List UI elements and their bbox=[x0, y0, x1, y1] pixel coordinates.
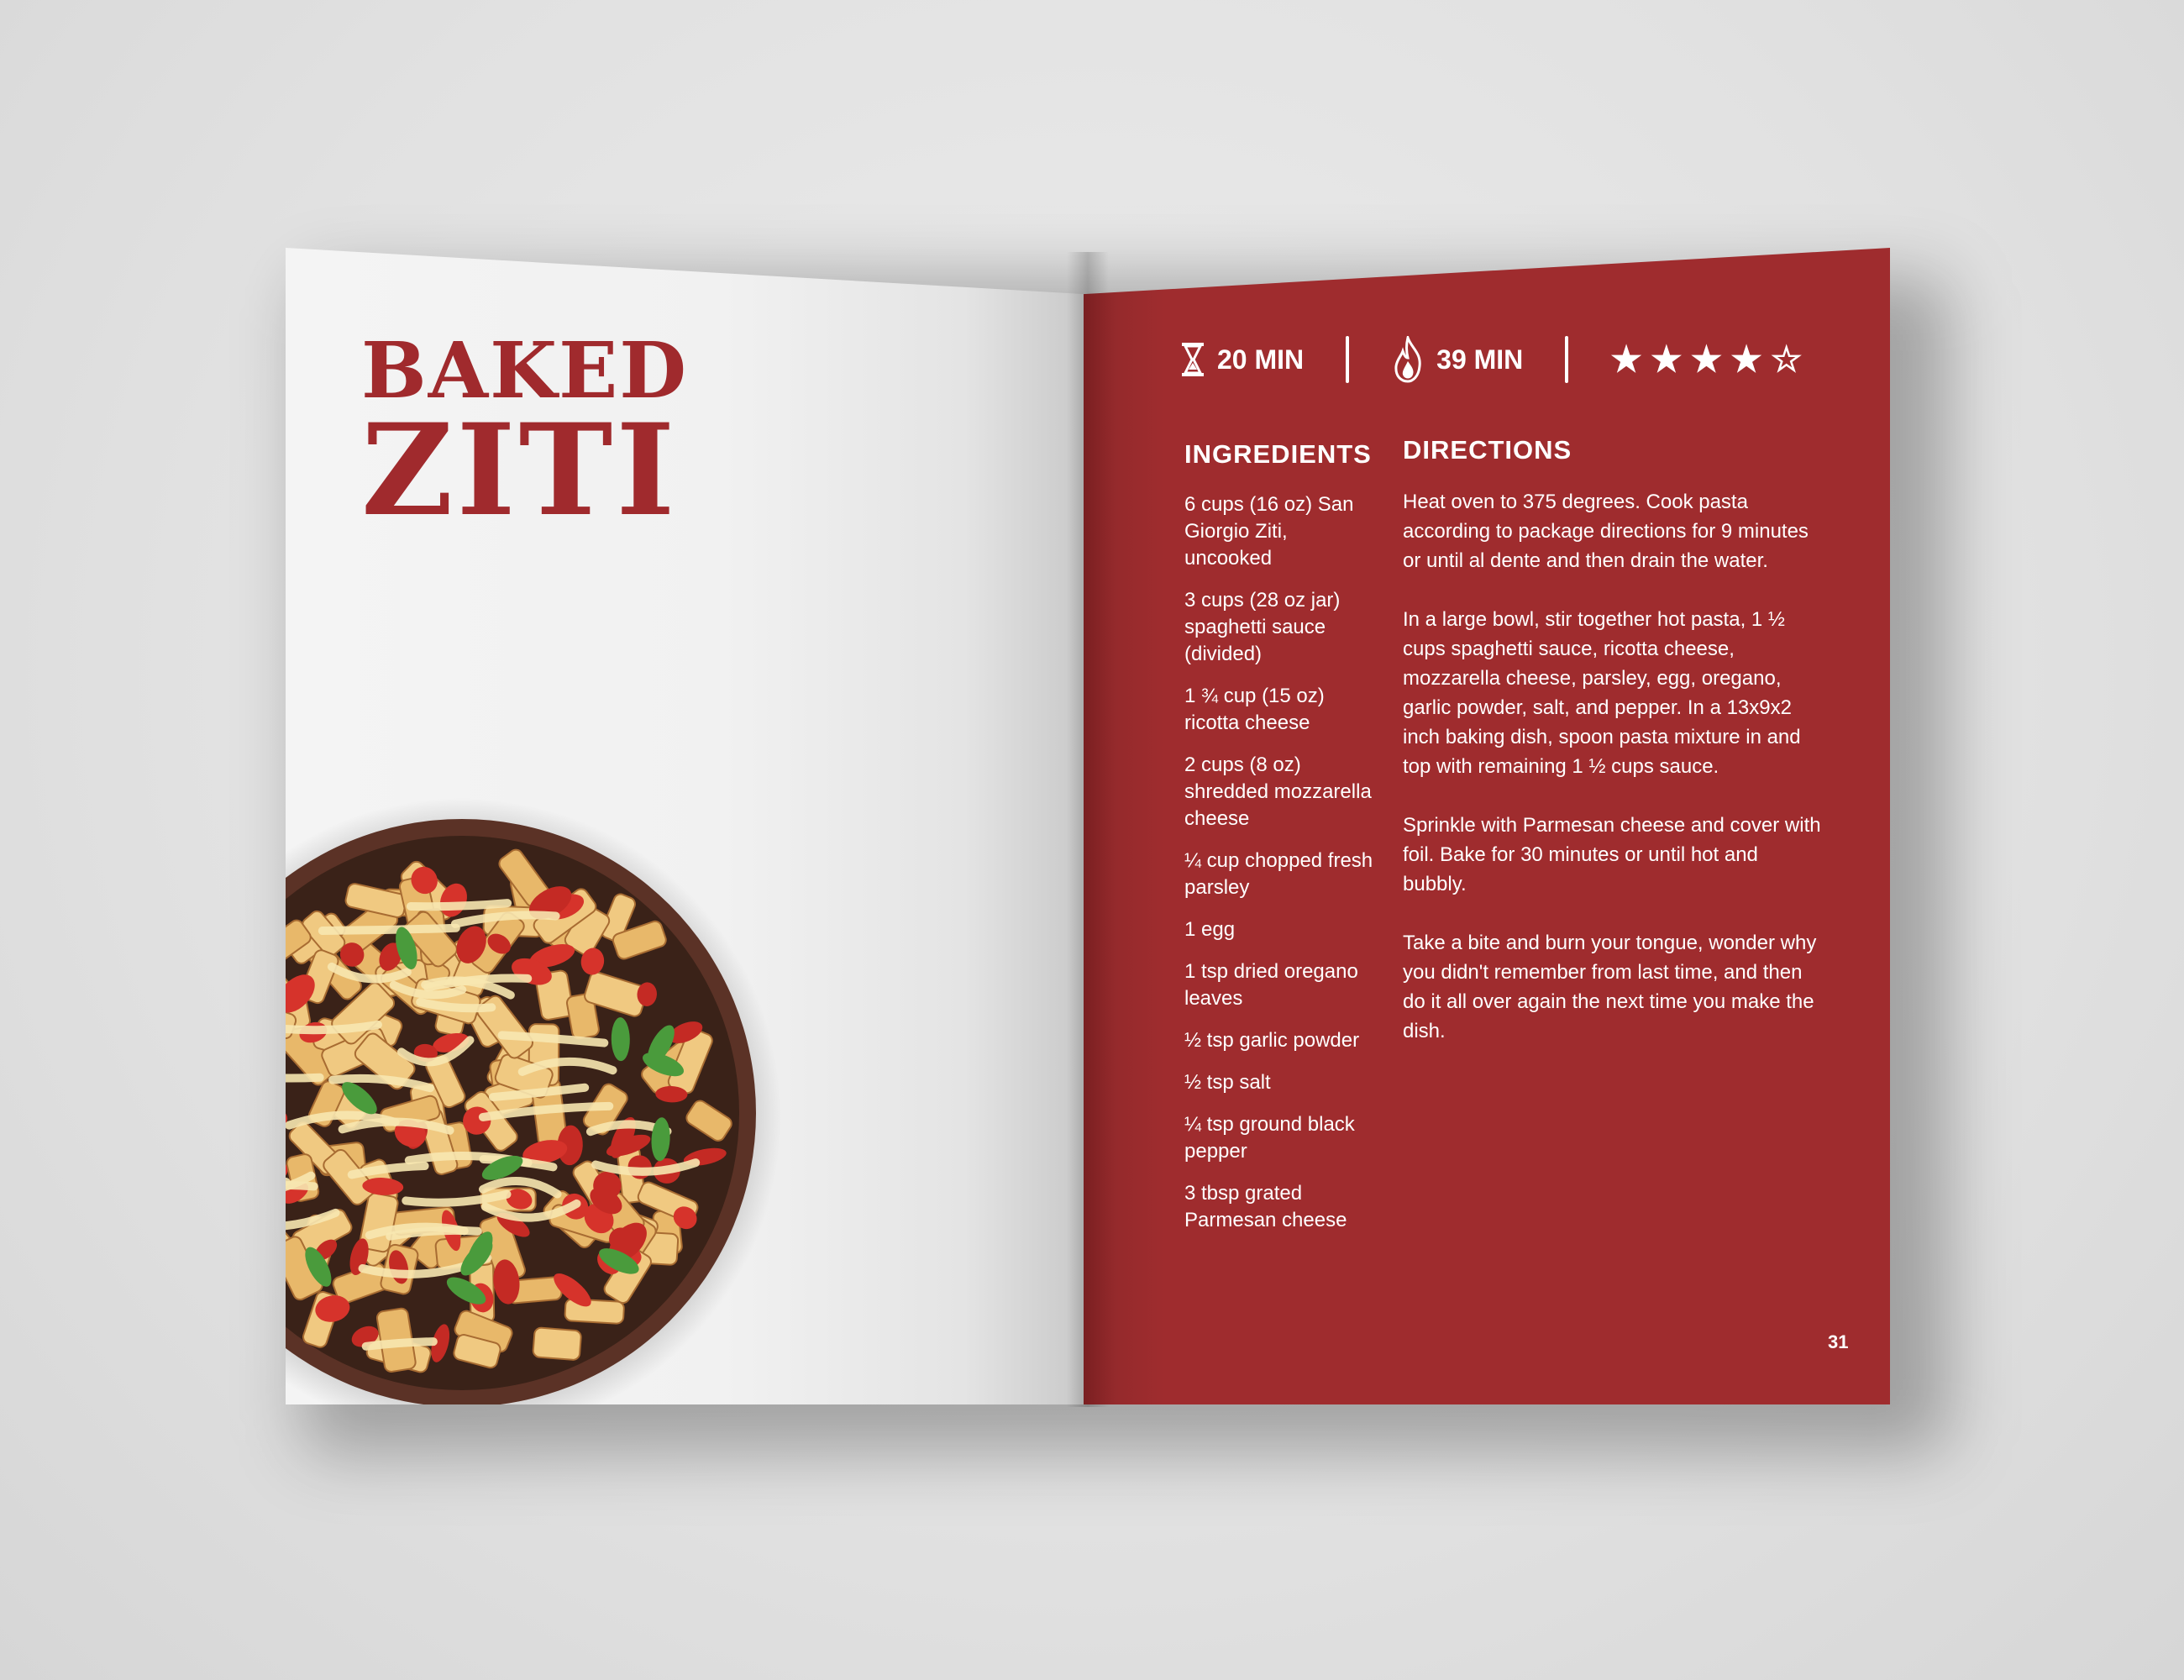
cheese-drizzle bbox=[406, 899, 512, 911]
ziti-piece bbox=[532, 1326, 582, 1361]
ingredient-item: ½ tsp garlic powder bbox=[1184, 1029, 1360, 1052]
prep-time-value: 20 MIN bbox=[1217, 344, 1305, 375]
star-icon: ★ bbox=[1650, 339, 1683, 379]
stats-divider bbox=[1565, 336, 1569, 383]
ingredient-item: 3 tbsp grated Parmesan cheese bbox=[1184, 1182, 1347, 1231]
page-number: 31 bbox=[1828, 1331, 1849, 1352]
ingredient-item: 3 cups (28 oz jar) spaghetti sauce (divi… bbox=[1184, 589, 1341, 665]
star-icon: ★ bbox=[1690, 339, 1723, 379]
ingredient-item: 2 cups (8 oz) shredded mozzarella cheese bbox=[1184, 753, 1372, 830]
rating-stars: ★ ★ ★ ★ ☆ bbox=[1610, 342, 1802, 377]
recipe-stats-bar: 20 MIN 39 MIN ★ ★ ★ ★ ☆ bbox=[1180, 332, 1803, 387]
cheese-drizzle bbox=[318, 923, 460, 936]
directions-heading: DIRECTIONS bbox=[1403, 435, 1572, 465]
star-outline-icon: ☆ bbox=[1770, 339, 1803, 379]
ingredient-item: ¼ tsp ground black pepper bbox=[1184, 1113, 1355, 1163]
ingredients-heading: INGREDIENTS bbox=[1184, 439, 1372, 469]
ingredient-item: 1 egg bbox=[1184, 918, 1236, 941]
cook-time-value: 39 MIN bbox=[1436, 344, 1524, 375]
baked-ziti-dish-illustration bbox=[286, 794, 781, 1404]
direction-step: Sprinkle with Parmesan cheese and cover … bbox=[1403, 814, 1821, 895]
cheese-drizzle bbox=[286, 1180, 318, 1191]
ziti-piece bbox=[564, 1298, 625, 1325]
ingredient-item: 1 ¾ cup (15 oz) ricotta cheese bbox=[1184, 685, 1325, 734]
recipe-title-line-2: ZITI bbox=[361, 396, 679, 544]
star-icon: ★ bbox=[1610, 339, 1642, 379]
hourglass-icon bbox=[1182, 343, 1204, 376]
directions-text: Heat oven to 375 degrees. Cook pasta acc… bbox=[1403, 487, 1823, 1075]
prep-time: 20 MIN bbox=[1180, 341, 1304, 378]
ingredient-item: ½ tsp salt bbox=[1184, 1071, 1271, 1094]
ingredient-item: ¼ cup chopped fresh parsley bbox=[1184, 849, 1373, 899]
star-icon: ★ bbox=[1730, 339, 1762, 379]
direction-step: Take a bite and burn your tongue, wonder… bbox=[1403, 932, 1817, 1042]
direction-step: Heat oven to 375 degrees. Cook pasta acc… bbox=[1403, 491, 1809, 572]
ingredients-list: 6 cups (16 oz) San Giorgio Ziti, uncooke… bbox=[1184, 491, 1378, 1249]
ingredient-item: 6 cups (16 oz) San Giorgio Ziti, uncooke… bbox=[1184, 493, 1354, 570]
flame-icon bbox=[1394, 336, 1421, 383]
stats-divider bbox=[1346, 336, 1350, 383]
ingredient-item: 1 tsp dried oregano leaves bbox=[1184, 960, 1358, 1010]
direction-step: In a large bowl, stir together hot pasta… bbox=[1403, 608, 1801, 778]
left-page: BAKED ZITI bbox=[286, 248, 1084, 1404]
cheese-drizzle bbox=[361, 1337, 438, 1351]
cook-time: 39 MIN bbox=[1391, 336, 1523, 383]
